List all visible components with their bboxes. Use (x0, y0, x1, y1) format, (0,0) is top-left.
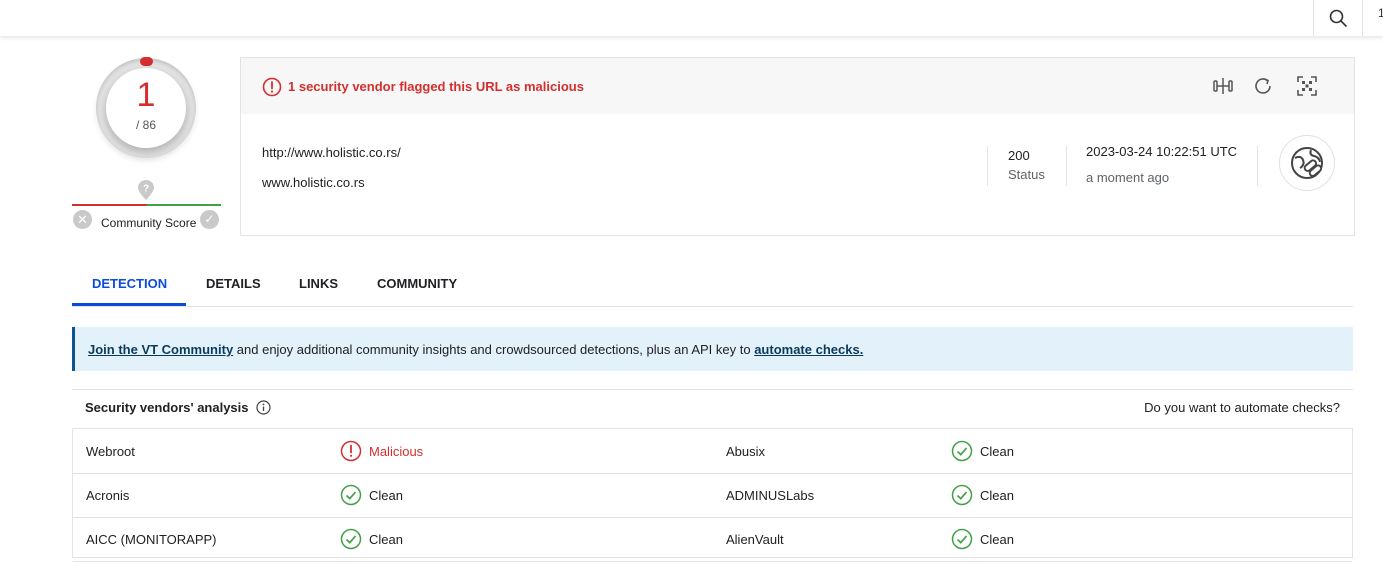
check-icon (340, 528, 362, 550)
divider (1257, 146, 1258, 186)
search-button[interactable] (1313, 0, 1363, 36)
join-community-link[interactable]: Join the VT Community (88, 342, 233, 357)
upvote-button[interactable]: ✓ (200, 210, 219, 229)
tab-detection[interactable]: DETECTION (92, 276, 167, 291)
score-detections: 1 (136, 76, 156, 114)
tab-community[interactable]: COMMUNITY (377, 276, 457, 291)
table-row: AICC (MONITORAPP) Clean AlienVault Clean (73, 517, 1352, 562)
url-link-icon (1279, 135, 1335, 191)
divider (987, 146, 988, 186)
automate-checks-link[interactable]: automate checks. (754, 342, 863, 357)
downvote-button[interactable]: ✕ (73, 210, 92, 229)
vendors-title: Security vendors' analysis (85, 400, 249, 415)
summary-panel: 1 security vendor flagged this URL as ma… (240, 57, 1355, 236)
http-status-code: 200 (1008, 148, 1030, 163)
check-icon (951, 440, 973, 462)
table-row: Acronis Clean ADMINUSLabs Clean (73, 473, 1352, 518)
info-icon[interactable] (256, 400, 271, 415)
table-row: Webroot Malicious Abusix Clean (73, 429, 1352, 474)
tab-details[interactable]: DETAILS (206, 276, 261, 291)
detection-score: 1 / 86 (96, 57, 196, 158)
community-score-label: Community Score (101, 216, 197, 230)
result-label: Clean (980, 444, 1014, 459)
check-icon (951, 528, 973, 550)
search-icon (1329, 9, 1347, 27)
vendor-name: ADMINUSLabs (726, 488, 815, 503)
alert-icon (340, 440, 362, 462)
scanned-url[interactable]: http://www.holistic.co.rs/ (262, 145, 401, 160)
score-ring-marker (140, 57, 153, 66)
compare-icon[interactable] (1212, 75, 1234, 97)
community-banner: Join the VT Community and enjoy addition… (72, 327, 1353, 371)
alert-icon (262, 77, 282, 97)
scan-relative-time: a moment ago (1086, 170, 1170, 185)
result-label: Malicious (369, 444, 424, 459)
divider (1066, 146, 1067, 186)
vendor-result: Clean (951, 484, 1014, 506)
svg-text:?: ? (143, 184, 149, 195)
top-bar: 1 (0, 0, 1383, 36)
tab-bar: DETECTION DETAILS LINKS COMMUNITY (72, 262, 1353, 307)
top-edge-text: 1 (1378, 6, 1383, 20)
active-tab-indicator (72, 303, 186, 306)
refresh-icon[interactable] (1252, 75, 1274, 97)
score-inner: 1 / 86 (106, 68, 186, 148)
alert-message: 1 security vendor flagged this URL as ma… (288, 79, 584, 94)
vendor-result: Malicious (340, 440, 424, 462)
vendor-name: Webroot (86, 444, 135, 459)
vendor-result: Clean (951, 440, 1014, 462)
check-icon (951, 484, 973, 506)
scanned-domain[interactable]: www.holistic.co.rs (262, 175, 365, 190)
vendor-result: Clean (340, 484, 403, 506)
vendors-table: Webroot Malicious Abusix Clean Acronis C… (72, 428, 1353, 562)
check-icon (340, 484, 362, 506)
community-score-bar (72, 204, 221, 206)
http-status-label: Status (1008, 167, 1045, 182)
scan-date: 2023-03-24 10:22:51 UTC (1086, 144, 1238, 159)
summary-header: 1 security vendor flagged this URL as ma… (241, 58, 1354, 114)
qr-icon[interactable] (1296, 75, 1318, 97)
question-pin-icon: ? (138, 180, 154, 205)
result-label: Clean (980, 488, 1014, 503)
vendor-name: Acronis (86, 488, 130, 503)
automate-checks-prompt[interactable]: Do you want to automate checks? (1144, 400, 1340, 415)
banner-body: and enjoy additional community insights … (233, 342, 755, 357)
score-total: / 86 (135, 118, 156, 132)
vendor-name: Abusix (726, 444, 766, 459)
tab-links[interactable]: LINKS (299, 276, 338, 291)
vendors-header: Security vendors' analysis Do you want t… (72, 389, 1353, 430)
result-label: Clean (369, 488, 403, 503)
banner-text: Join the VT Community and enjoy addition… (88, 342, 863, 357)
